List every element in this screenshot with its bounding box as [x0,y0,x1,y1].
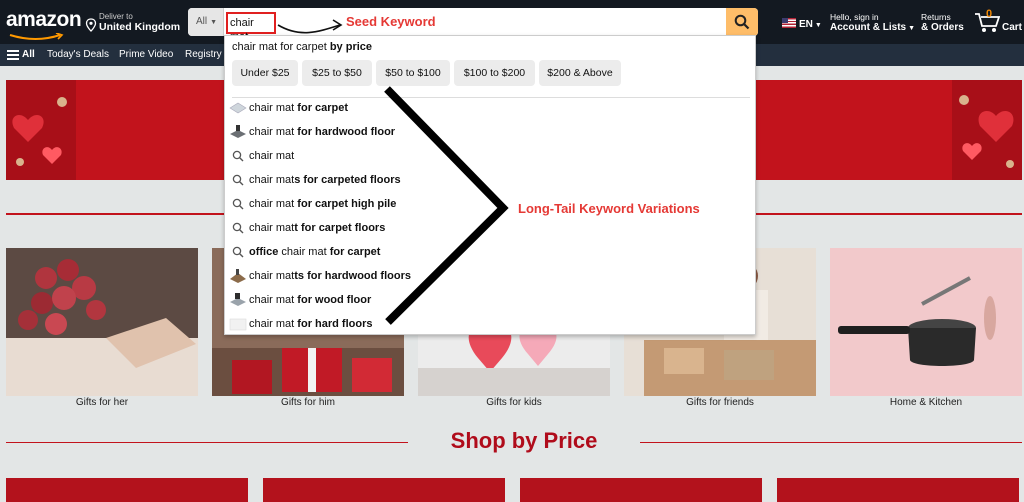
search-category-select[interactable]: All ▼ [188,8,224,36]
price-chip-50-100[interactable]: $50 to $100 [376,60,450,86]
chair-mat-thumbnail-icon [230,125,246,138]
nav-all[interactable]: All [22,49,35,60]
card-gifts-for-her-image[interactable] [6,248,198,396]
account-lists-menu[interactable]: Hello, sign in Account & Lists ▼ [830,12,915,33]
language-selector[interactable]: EN ▼ [782,18,822,30]
caret-down-icon: ▼ [814,22,822,29]
suggestion-completion: ts for hardwood floors [294,270,411,282]
section-divider [640,442,1022,443]
suggestion-seed: chair mat [249,102,295,114]
price-tile[interactable] [777,478,1019,502]
orders-label: & Orders [921,22,964,33]
suggestion-seed: chair mat [278,246,330,258]
us-flag-icon [782,18,796,28]
hamburger-menu-icon[interactable] [7,50,19,60]
amazon-smile-icon [9,33,64,40]
amazon-logo[interactable]: amazon [6,8,82,32]
suggestion-item[interactable]: chair mat for carpet [225,97,755,121]
suggestion-prefix: office [249,246,279,258]
suggestion-completion: for carpet [329,246,381,258]
suggestion-seed: chair mat [249,270,295,282]
hearts-decoration-right [952,80,1022,180]
card-label[interactable]: Gifts for friends [624,397,816,408]
search-category-label: All [196,16,208,27]
saucepan-image [830,248,1022,396]
suggestion-completion: for carpet [294,102,349,114]
roses-bouquet-image [6,248,198,396]
hearts-decoration-left [6,80,76,180]
suggestion-seed: chair mat [249,294,295,306]
suggestion-seed: chair mat [249,126,295,138]
caret-down-icon: ▼ [908,25,916,32]
chair-mat-thumbnail-icon [230,269,246,283]
suggestion-item[interactable]: office chair mat for carpet [225,241,755,265]
caret-down-icon: ▼ [210,19,218,26]
price-filter-heading[interactable]: chair mat for carpet by price [232,41,372,53]
suggestion-item[interactable]: chair mat for wood floor [225,289,755,313]
card-label[interactable]: Home & Kitchen [830,397,1022,408]
price-chip-under-25[interactable]: Under $25 [232,60,298,86]
nav-todays-deals[interactable]: Today's Deals [47,49,109,60]
location-pin-icon [85,18,97,32]
nav-prime-video[interactable]: Prime Video [119,49,173,60]
nav-registry[interactable]: Registry [185,49,222,60]
suggestion-seed: chair mat [249,198,295,210]
section-divider [6,442,408,443]
returns-orders-link[interactable]: Returns & Orders [921,12,964,33]
search-icon [232,174,244,186]
sign-in-greeting: Hello, sign in [830,12,879,22]
search-button[interactable] [726,8,758,36]
deliver-label: Deliver to [99,12,133,21]
suggestion-seed: chair mat [249,150,295,162]
card-label[interactable]: Gifts for him [212,397,404,408]
cart-count: 0 [986,8,993,20]
suggestion-item[interactable]: chair matt for carpet floors [225,217,755,241]
search-suggestions-dropdown: chair mat for carpet by price Under $25 … [224,35,756,335]
search-bar: All▼ chair mat [188,8,758,43]
suggestion-completion: for wood floor [294,294,372,306]
suggestion-item[interactable]: chair mats for carpeted floors [225,169,755,193]
price-chip-25-50[interactable]: $25 to $50 [302,60,372,86]
price-tile[interactable] [6,478,248,502]
suggestion-item[interactable]: chair matts for hardwood floors [225,265,755,289]
card-label[interactable]: Gifts for her [6,397,198,408]
search-icon [232,246,244,258]
account-lists-label: Account & Lists [830,22,907,33]
chair-mat-thumbnail-icon [230,293,246,306]
search-icon [734,14,750,30]
card-home-kitchen-image[interactable] [830,248,1022,396]
chair-mat-thumbnail-icon [229,318,247,331]
search-icon [232,198,244,210]
deliver-country: United Kingdom [99,21,181,33]
long-tail-annotation: Long-Tail Keyword Variations [518,201,700,216]
returns-label: Returns [921,12,951,22]
price-tile[interactable] [263,478,505,502]
suggestion-item[interactable]: chair mat for hard floors [225,313,755,337]
language-label: EN [799,19,813,30]
cart-label: Cart [1002,22,1023,33]
suggestion-completion: for hardwood floor [294,126,396,138]
cart-button[interactable]: 0 Cart [974,8,1024,38]
search-icon [232,150,244,162]
suggestion-completion: for hard floors [294,318,373,330]
suggestion-item[interactable]: chair mat for hardwood floor [225,121,755,145]
shop-by-price-heading: Shop by Price [450,428,598,453]
suggestion-seed: chair mat [249,222,295,234]
price-heading-bold: by price [329,41,373,53]
price-heading-text: chair mat for carpet [232,41,330,53]
suggestion-seed: chair mat [249,174,295,186]
card-label[interactable]: Gifts for kids [418,397,610,408]
search-input[interactable]: chair mat [226,12,276,43]
suggestion-item[interactable]: chair mat [225,145,755,169]
price-chip-100-200[interactable]: $100 to $200 [454,60,535,86]
suggestion-completion: t for carpet floors [294,222,386,234]
price-chip-200-above[interactable]: $200 & Above [539,60,621,86]
search-icon [232,222,244,234]
suggestion-completion: s for carpeted floors [294,174,401,186]
seed-keyword-annotation: Seed Keyword [346,14,436,29]
price-tile[interactable] [520,478,762,502]
suggestion-seed: chair mat [249,318,295,330]
suggestion-completion: for carpet high pile [294,198,397,210]
chair-mat-thumbnail-icon [229,102,247,114]
